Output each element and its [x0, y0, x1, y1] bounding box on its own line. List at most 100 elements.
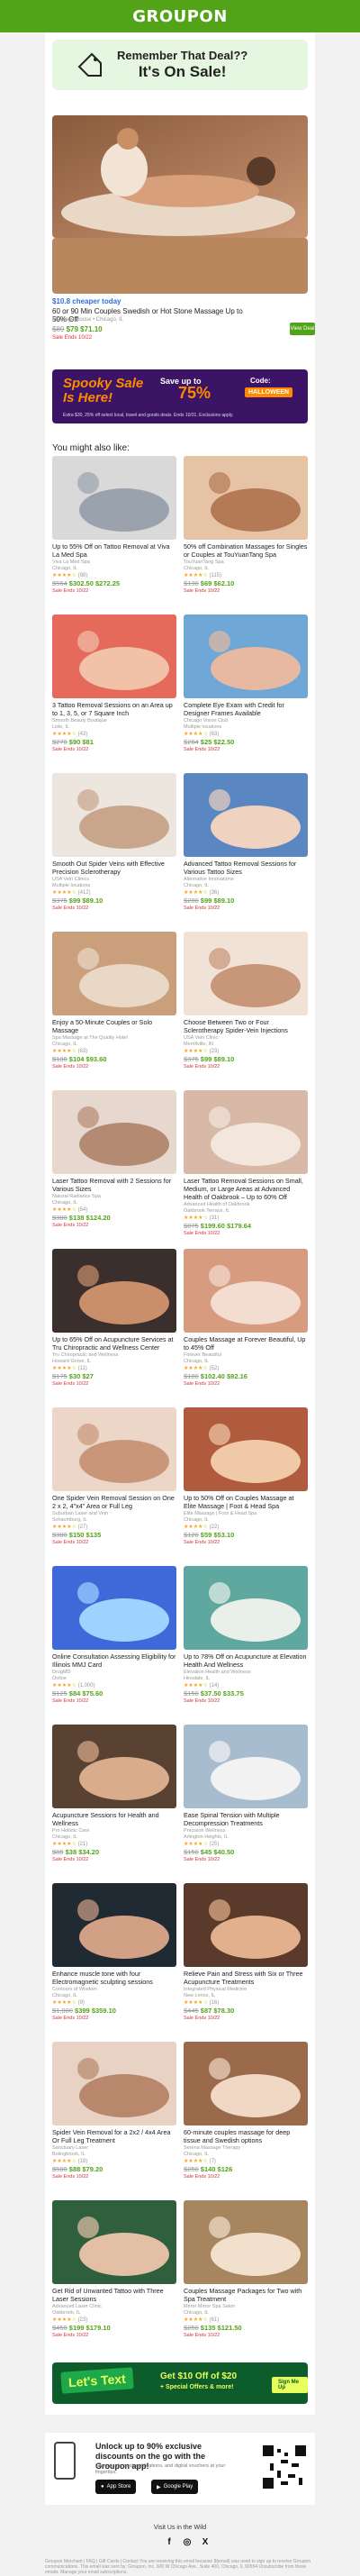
deal-card[interactable]: Smooth Out Spider Veins with Effective P… [52, 773, 176, 912]
deal-image[interactable] [52, 2200, 176, 2284]
deal-title[interactable]: Relieve Pain and Stress with Six or Thre… [184, 1970, 308, 1986]
deal-title[interactable]: Up to 65% Off on Acupuncture Services at… [52, 1335, 176, 1352]
deal-image[interactable] [52, 1407, 176, 1491]
deal-title[interactable]: Get Rid of Unwanted Tattoo with Three La… [52, 2287, 176, 2303]
deal-title[interactable]: Laser Tattoo Removal Sessions on Small, … [184, 1177, 308, 1201]
facebook-icon[interactable]: f [165, 2537, 174, 2547]
deal-card[interactable]: Up to 65% Off on Acupuncture Services at… [52, 1249, 176, 1388]
deal-card[interactable]: 3 Tattoo Removal Sessions on an Area up … [52, 614, 176, 753]
deal-card[interactable]: Up to 50% Off on Couples Massage at Elit… [184, 1407, 308, 1546]
sign-me-up-button[interactable]: Sign Me Up [272, 2377, 308, 2393]
deal-image[interactable] [184, 1249, 308, 1333]
groupon-logo[interactable]: GROUPON [132, 7, 228, 26]
deal-title[interactable]: One Spider Vein Removal Session on One 2… [52, 1494, 176, 1510]
deal-image[interactable] [52, 1725, 176, 1808]
deal-title[interactable]: Couples Massage at Forever Beautiful, Up… [184, 1335, 308, 1352]
deal-price-row: $445 $87 $78.30 [184, 2007, 308, 2016]
deal-image[interactable] [184, 1883, 308, 1967]
deal-title[interactable]: Ease Spinal Tension with Multiple Decomp… [184, 1811, 308, 1827]
hero-image-lower [52, 238, 308, 294]
deal-title[interactable]: 3 Tattoo Removal Sessions on an Area up … [52, 701, 176, 717]
deal-title[interactable]: 60-minute couples massage for deep tissu… [184, 2128, 308, 2144]
deal-card[interactable]: Enhance muscle tone with four Electromag… [52, 1883, 176, 2022]
deal-card[interactable]: Ease Spinal Tension with Multiple Decomp… [184, 1725, 308, 1863]
instagram-icon[interactable]: ◎ [183, 2537, 192, 2547]
deal-sale-ends: Sale Ends 10/22 [52, 747, 89, 752]
deal-card[interactable]: Spider Vein Removal for a 2x2 / 4x4 Area… [52, 2042, 176, 2180]
deal-rating: ★★★★☆ (54) [52, 1206, 176, 1214]
deal-image[interactable] [52, 1883, 176, 1967]
deal-card[interactable]: Online Consultation Assessing Eligibilit… [52, 1566, 176, 1705]
rating-stars: ★★★★☆ [184, 2159, 208, 2164]
deal-card[interactable]: Advanced Tattoo Removal Sessions for Var… [184, 773, 308, 912]
rating-stars: ★★★★☆ [52, 2159, 76, 2164]
deal-title[interactable]: Enhance muscle tone with four Electromag… [52, 1970, 176, 1986]
deal-image[interactable] [52, 1566, 176, 1650]
app-section: Unlock up to 90% exclusive discounts on … [45, 2433, 315, 2505]
deal-image[interactable] [184, 2200, 308, 2284]
deal-card[interactable]: Up to 55% Off on Tattoo Removal at Viva … [52, 456, 176, 595]
deal-title[interactable]: Advanced Tattoo Removal Sessions for Var… [184, 860, 308, 876]
deal-title[interactable]: Laser Tattoo Removal with 2 Sessions for… [52, 1177, 176, 1193]
rating-stars: ★★★★☆ [184, 890, 208, 896]
deal-merchant: TouYuanTang Spa Chicago, IL [184, 560, 224, 571]
hero-merchant: Massage House • Chicago, IL [52, 317, 124, 323]
deal-card[interactable]: 50% off Combination Massages for Singles… [184, 456, 308, 595]
deal-image[interactable] [52, 773, 176, 857]
deal-card[interactable]: One Spider Vein Removal Session on One 2… [52, 1407, 176, 1546]
deal-rating: ★★★★☆ (7) [184, 2158, 308, 2165]
deal-card[interactable]: Up to 78% Off on Acupuncture at Elevatio… [184, 1566, 308, 1705]
deal-image[interactable] [184, 614, 308, 698]
deal-title[interactable]: Choose Between Two or Four Sclerotherapy… [184, 1018, 308, 1034]
view-deal-button[interactable]: View Deal [290, 323, 315, 335]
deal-image[interactable] [184, 1566, 308, 1650]
deal-image[interactable] [52, 1249, 176, 1333]
deal-card[interactable]: Complete Eye Exam with Credit for Design… [184, 614, 308, 753]
deal-card[interactable]: Laser Tattoo Removal with 2 Sessions for… [52, 1090, 176, 1229]
text-signup-banner[interactable]: Let's Text Get $10 Off of $20 + Special … [52, 2362, 308, 2404]
deal-card[interactable]: Enjoy a 50-Minute Couples or Solo Massag… [52, 932, 176, 1070]
deal-title[interactable]: Couples Massage Packages for Two with Sp… [184, 2287, 308, 2303]
deal-card[interactable]: Relieve Pain and Stress with Six or Thre… [184, 1883, 308, 2022]
deal-title[interactable]: Complete Eye Exam with Credit for Design… [184, 701, 308, 717]
deal-rating: ★★★★☆ (16) [184, 1999, 308, 2007]
deal-card[interactable]: Choose Between Two or Four Sclerotherapy… [184, 932, 308, 1070]
deal-title[interactable]: Acupuncture Sessions for Health and Well… [52, 1811, 176, 1827]
hero-image[interactable] [52, 115, 308, 238]
deal-image[interactable] [184, 773, 308, 857]
deal-title[interactable]: Up to 78% Off on Acupuncture at Elevatio… [184, 1652, 308, 1669]
deal-title[interactable]: Smooth Out Spider Veins with Effective P… [52, 860, 176, 876]
deal-title[interactable]: Online Consultation Assessing Eligibilit… [52, 1652, 176, 1669]
google-play-button[interactable]: ▶ Google Play [151, 2480, 199, 2494]
deal-image[interactable] [184, 2042, 308, 2125]
deal-card[interactable]: Acupuncture Sessions for Health and Well… [52, 1725, 176, 1863]
deal-title[interactable]: Up to 55% Off on Tattoo Removal at Viva … [52, 542, 176, 559]
app-store-button[interactable]: ● App Store [95, 2480, 137, 2494]
deal-sale-ends: Sale Ends 10/22 [184, 2016, 220, 2021]
deal-image[interactable] [184, 932, 308, 1015]
deal-image[interactable] [184, 1090, 308, 1174]
deal-card[interactable]: Couples Massage at Forever Beautiful, Up… [184, 1249, 308, 1388]
deal-title[interactable]: Spider Vein Removal for a 2x2 / 4x4 Area… [52, 2128, 176, 2144]
hero-price: $79 $71.10 [66, 325, 103, 333]
deal-rating: ★★★★☆ (9) [52, 1999, 176, 2007]
x-icon[interactable]: X [201, 2537, 210, 2547]
deal-card[interactable]: 60-minute couples massage for deep tissu… [184, 2042, 308, 2180]
deal-title[interactable]: Up to 50% Off on Couples Massage at Elit… [184, 1494, 308, 1510]
deal-image[interactable] [184, 456, 308, 540]
qr-code[interactable] [263, 2445, 306, 2489]
deal-image[interactable] [52, 932, 176, 1015]
deal-title[interactable]: 50% off Combination Massages for Singles… [184, 542, 308, 559]
deal-image[interactable] [184, 1407, 308, 1491]
deal-image[interactable] [52, 2042, 176, 2125]
deal-image[interactable] [52, 614, 176, 698]
deal-card[interactable]: Get Rid of Unwanted Tattoo with Three La… [52, 2200, 176, 2339]
deal-image[interactable] [184, 1725, 308, 1808]
deal-image[interactable] [52, 1090, 176, 1174]
deal-card[interactable]: Couples Massage Packages for Two with Sp… [184, 2200, 308, 2339]
deal-title[interactable]: Enjoy a 50-Minute Couples or Solo Massag… [52, 1018, 176, 1034]
deal-image[interactable] [52, 456, 176, 540]
spooky-sale-promo[interactable]: Spooky Sale Is Here! Save up to 75% Code:… [52, 369, 308, 423]
deal-card[interactable]: Laser Tattoo Removal Sessions on Small, … [184, 1090, 308, 1237]
deal-rating: ★★★★☆ (1,000) [52, 1682, 176, 1689]
